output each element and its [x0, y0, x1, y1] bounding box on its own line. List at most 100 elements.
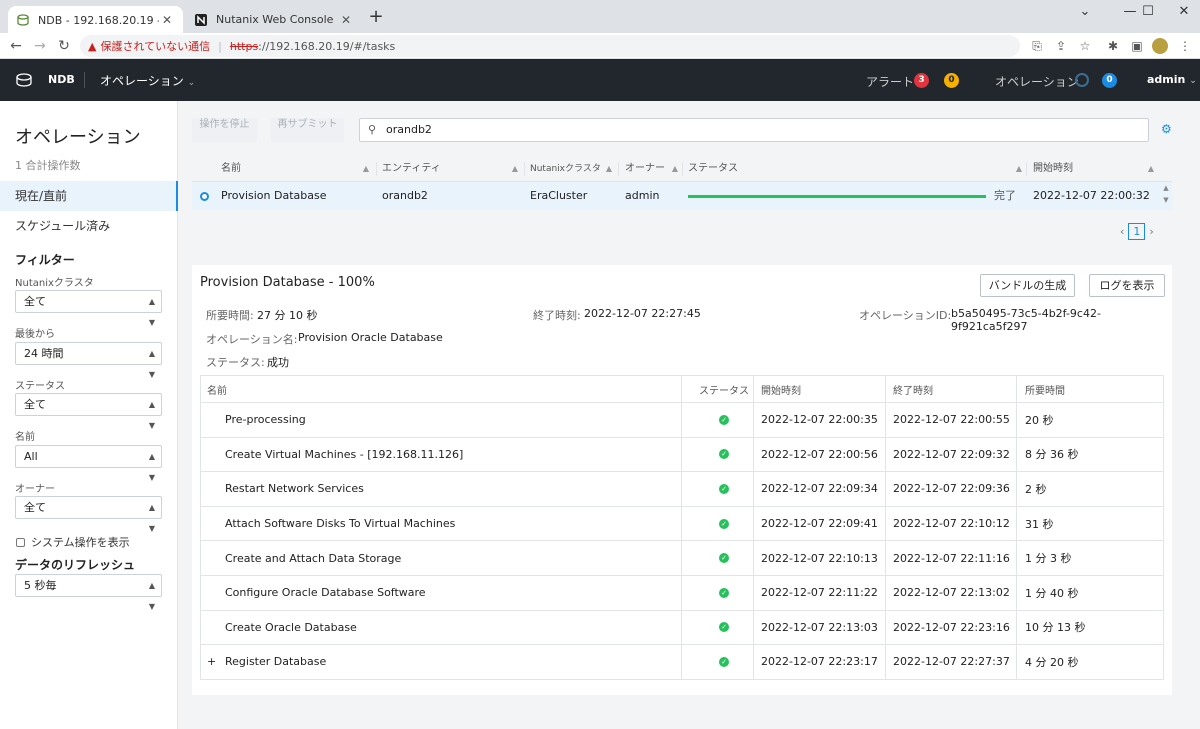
maximize-button[interactable]: ☐ [1130, 2, 1166, 22]
step-status: ✓ [694, 611, 754, 645]
divider [681, 376, 682, 402]
selected-radio-icon[interactable] [200, 192, 209, 201]
step-start-time: 2022-12-07 22:10:13 [761, 551, 878, 565]
operation-id-label: オペレーションID: [859, 309, 952, 322]
table-row[interactable]: Create Virtual Machines - [192.168.11.12… [201, 436, 1163, 472]
generate-bundle-button[interactable]: バンドルの生成 [980, 274, 1075, 297]
operations-label[interactable]: オペレーション [995, 73, 1079, 90]
select-arrows-icon: ▲ ▼ [148, 297, 155, 327]
divider [885, 645, 886, 679]
expand-icon[interactable] [207, 541, 219, 575]
translate-icon[interactable]: ⎘ [1029, 38, 1045, 54]
close-tab-icon[interactable]: ✕ [338, 13, 354, 27]
filter-status-label: ステータス [15, 381, 65, 392]
alerts-label[interactable]: アラート [866, 73, 914, 90]
col-name[interactable]: 名前▲▼ [221, 156, 373, 199]
sidepanel-icon[interactable]: ▣ [1129, 38, 1145, 54]
table-row[interactable]: Configure Oracle Database Software ✓ 2022-… [201, 574, 1163, 610]
refresh-interval-select[interactable]: 5 秒毎 ▲ ▼ [15, 574, 162, 611]
expand-icon[interactable]: + [207, 645, 219, 679]
security-warning[interactable]: 保護されていない通信 [100, 38, 210, 54]
show-system-ops-checkbox[interactable]: システム操作を表示 [16, 534, 130, 550]
filter-status-select[interactable]: 全て ▲ ▼ [15, 393, 162, 430]
col-cluster[interactable]: Nutanixクラスタ▲▼ [530, 156, 616, 199]
expand-icon[interactable] [207, 403, 219, 437]
new-tab-button[interactable]: + [366, 8, 386, 28]
divider [885, 437, 886, 472]
col-start-time[interactable]: 開始時刻▲▼ [1033, 156, 1158, 199]
status-value: 成功 [267, 356, 289, 369]
browser-menu-icon[interactable]: ⋮ [1177, 38, 1193, 54]
forward-icon[interactable]: → [30, 36, 50, 56]
url-field[interactable]: ▲ 保護されていない通信 | https ://192.168.20.19/#/… [80, 35, 1020, 57]
bookmark-star-icon[interactable]: ☆ [1077, 38, 1093, 54]
col-entity[interactable]: エンティティ▲▼ [382, 156, 522, 199]
search-input[interactable]: ⚲ orandb2 [359, 118, 1149, 142]
table-row[interactable]: Restart Network Services ✓ 2022-12-07 22:0… [201, 471, 1163, 506]
table-row[interactable]: Create Oracle Database ✓ 2022-12-07 22:13:… [201, 609, 1163, 645]
profile-avatar[interactable] [1152, 38, 1168, 54]
expand-icon[interactable] [207, 438, 219, 472]
step-status: ✓ [694, 541, 754, 575]
critical-alert-badge[interactable]: 3 [914, 73, 929, 88]
expand-icon[interactable] [207, 576, 219, 610]
sidebar-item-current[interactable]: 現在/直前 [0, 181, 178, 211]
scrollbar[interactable]: ▲ ▼ [1160, 182, 1172, 210]
filter-cluster-select[interactable]: 全て ▲ ▼ [15, 290, 162, 327]
gear-icon[interactable]: ⚙ [1161, 123, 1173, 135]
checkbox-box[interactable] [16, 537, 25, 547]
warning-alert-badge[interactable]: 0 [944, 73, 959, 88]
page-number[interactable]: 1 [1128, 223, 1146, 240]
expand-icon[interactable] [207, 472, 219, 506]
browser-tab-nutanix[interactable]: Nutanix Web Console ✕ [186, 6, 362, 33]
user-menu[interactable]: admin ⌄ [1147, 73, 1197, 86]
table-row[interactable]: + Register Database ✓ 2022-12-07 22:23:17 20… [201, 644, 1163, 679]
divider [885, 506, 886, 541]
close-window-button[interactable]: ✕ [1166, 2, 1200, 22]
sidebar-item-scheduled[interactable]: スケジュール済み [0, 211, 178, 241]
stop-operation-button[interactable]: 操作を停止 [192, 118, 257, 142]
step-start-time: 2022-12-07 22:00:56 [761, 447, 878, 461]
resubmit-button[interactable]: 再サブミット [271, 118, 344, 142]
pagination: ‹ 1 › [1120, 223, 1154, 240]
prev-page-icon[interactable]: ‹ [1120, 225, 1124, 238]
col-owner-label: オーナー [625, 163, 665, 174]
steps-col-duration: 所要時間 [1025, 385, 1065, 397]
main-menu-dropdown[interactable]: オペレーション ⌄ [100, 72, 195, 89]
divider [1016, 506, 1017, 541]
row-name[interactable]: Provision Database [221, 182, 327, 210]
divider [681, 610, 682, 645]
step-name: Pre-processing [225, 413, 306, 427]
col-owner[interactable]: オーナー▲▼ [625, 156, 682, 199]
chevron-down-icon: ⌄ [1189, 76, 1197, 86]
next-page-icon[interactable]: › [1149, 225, 1153, 238]
operation-count: 1 合計操作数 [15, 159, 81, 172]
divider [753, 403, 754, 437]
browser-tab-ndb[interactable]: NDB - 192.168.20.19 - オペレーショ ✕ [8, 6, 183, 33]
reload-icon[interactable]: ↻ [54, 36, 74, 56]
divider: | [218, 39, 222, 53]
filter-name-select[interactable]: All ▲ ▼ [15, 445, 162, 482]
back-icon[interactable]: ← [6, 36, 26, 56]
table-row[interactable]: Create and Attach Data Storage ✓ 2022-12-0… [201, 540, 1163, 575]
browser-tab-bar: NDB - 192.168.20.19 - オペレーショ ✕ Nutanix W… [0, 0, 1200, 33]
detail-title-name: Provision Database [200, 275, 325, 290]
divider [376, 162, 377, 176]
divider [753, 437, 754, 472]
extensions-icon[interactable]: ✱ [1105, 38, 1121, 54]
expand-icon[interactable] [207, 507, 219, 541]
row-entity: orandb2 [382, 189, 428, 202]
share-icon[interactable]: ⇪ [1053, 38, 1069, 54]
view-log-button[interactable]: ログを表示 [1089, 274, 1165, 297]
col-status[interactable]: ステータス▲▼ [688, 156, 1026, 199]
tab-search-chevron-icon[interactable]: ⌄ [1067, 2, 1103, 22]
operations-count-badge[interactable]: 0 [1102, 73, 1117, 88]
ndb-logo-icon[interactable] [16, 72, 32, 88]
expand-icon[interactable] [207, 611, 219, 645]
close-tab-icon[interactable]: ✕ [159, 13, 175, 27]
table-row[interactable]: Pre-processing ✓ 2022-12-07 22:00:35 2022-1… [201, 402, 1163, 437]
table-row[interactable]: Provision Database orandb2 EraCluster ad… [192, 182, 1172, 210]
table-row[interactable]: Attach Software Disks To Virtual Machine… [201, 505, 1163, 541]
filter-since-select[interactable]: 24 時間 ▲ ▼ [15, 342, 162, 379]
filter-owner-select[interactable]: 全て ▲ ▼ [15, 496, 162, 533]
